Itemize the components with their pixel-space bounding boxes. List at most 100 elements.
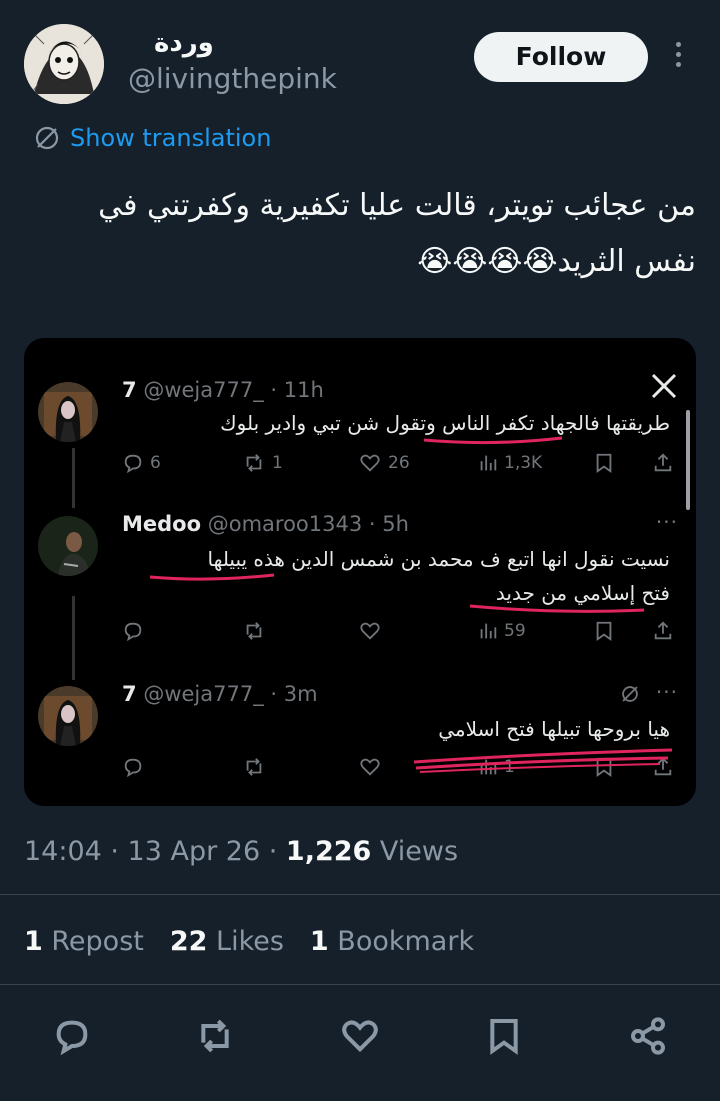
reply-actions: 59 bbox=[122, 620, 678, 648]
views-button[interactable]: 1,3K bbox=[478, 452, 542, 474]
highlight-underline bbox=[413, 748, 673, 773]
reply-count: 6 bbox=[150, 453, 161, 473]
reply-name: 7 bbox=[122, 378, 137, 402]
likes-stat[interactable]: 22 Likes bbox=[170, 926, 284, 957]
reply-avatar bbox=[38, 686, 98, 746]
reply-icon bbox=[124, 454, 142, 474]
reply-time: · 5h bbox=[368, 512, 409, 536]
like-button[interactable]: 26 bbox=[358, 452, 410, 474]
quoted-reply: 7 @weja777_ · 11h طريقتها فالجهاد تكفر ا… bbox=[24, 374, 696, 484]
repost-button[interactable] bbox=[242, 756, 266, 778]
reply-text: هيا بروحها تبيلها فتح اسلامي bbox=[438, 717, 670, 741]
bookmark-icon bbox=[490, 1019, 518, 1055]
like-button[interactable] bbox=[340, 1016, 380, 1060]
bookmark-icon bbox=[596, 453, 612, 474]
reply-avatar bbox=[38, 516, 98, 576]
highlight-underline bbox=[469, 604, 645, 613]
reply-handle: @weja777_ bbox=[143, 682, 264, 706]
repost-icon bbox=[246, 454, 262, 472]
reply-icon bbox=[124, 758, 142, 778]
reposts-count: 1 bbox=[24, 926, 43, 957]
share-button[interactable] bbox=[652, 620, 674, 642]
show-translation-label: Show translation bbox=[70, 124, 272, 152]
timestamp-text: 14:04 · 13 Apr 26 · bbox=[24, 836, 286, 867]
like-icon bbox=[360, 622, 380, 640]
bookmark-button[interactable] bbox=[486, 1016, 522, 1060]
highlight-underline bbox=[423, 436, 563, 445]
reply-more-icon[interactable]: ··· bbox=[656, 510, 678, 534]
tweet-header: وردة @livingthepink Follow bbox=[24, 24, 704, 104]
author-handle[interactable]: @livingthepink bbox=[128, 62, 337, 95]
views-count: 1,3K bbox=[504, 453, 543, 473]
views-button[interactable]: 59 bbox=[478, 620, 526, 642]
author-avatar[interactable] bbox=[24, 24, 104, 104]
views-count: 59 bbox=[504, 621, 526, 641]
reply-button[interactable] bbox=[122, 756, 144, 778]
highlight-underline bbox=[149, 573, 275, 581]
like-icon bbox=[360, 454, 380, 472]
views-label: Views bbox=[371, 836, 459, 867]
like-button[interactable] bbox=[358, 620, 382, 642]
divider bbox=[0, 894, 720, 895]
reply-avatar bbox=[38, 382, 98, 442]
like-button[interactable] bbox=[358, 756, 382, 778]
repost-button[interactable] bbox=[242, 620, 266, 642]
views-icon bbox=[480, 455, 497, 471]
follow-button[interactable]: Follow bbox=[474, 32, 648, 82]
reply-time: · 11h bbox=[270, 378, 324, 402]
repost-icon bbox=[246, 622, 262, 640]
likes-count: 22 bbox=[169, 926, 208, 957]
share-icon bbox=[654, 621, 672, 640]
reply-icon bbox=[56, 1020, 88, 1056]
reply-button[interactable] bbox=[52, 1016, 92, 1060]
tweet-text: من عجائب تويتر، قالت عليا تكفيرية وكفرتن… bbox=[36, 178, 696, 290]
reposts-label: Repost bbox=[42, 926, 144, 957]
reply-icon bbox=[124, 622, 142, 642]
repost-icon bbox=[201, 1019, 229, 1053]
quoted-reply: 7 @weja777_ · 3m ··· هيا بروحها تبيلها ف… bbox=[24, 680, 696, 790]
reposts-stat[interactable]: 1 Repost bbox=[24, 926, 144, 957]
like-icon bbox=[342, 1020, 378, 1053]
reply-name: Medoo bbox=[122, 512, 202, 536]
reply-meta: Medoo @omaroo1343 · 5h bbox=[122, 512, 409, 536]
divider bbox=[0, 984, 720, 985]
reply-more-icon[interactable]: ··· bbox=[656, 680, 678, 704]
show-translation-link[interactable]: Show translation bbox=[34, 120, 271, 156]
like-count: 26 bbox=[388, 453, 410, 473]
reply-time: · 3m bbox=[270, 682, 318, 706]
bookmark-button[interactable] bbox=[594, 620, 614, 642]
reply-handle: @omaroo1343 bbox=[207, 512, 363, 536]
views-icon bbox=[480, 623, 497, 639]
engagement-stats: 1 Repost 22 Likes 1 Bookmark bbox=[24, 926, 474, 957]
reply-actions: 6 1 26 1,3K bbox=[122, 452, 678, 480]
repost-button[interactable] bbox=[194, 1016, 236, 1060]
bookmarks-label: Bookmark bbox=[328, 926, 475, 957]
share-button[interactable] bbox=[652, 452, 674, 474]
tweet-text-line: من عجائب تويتر، قالت عليا تكفيرية وكفرتن… bbox=[98, 188, 696, 223]
more-options-icon[interactable] bbox=[666, 38, 690, 74]
share-icon bbox=[654, 453, 672, 472]
reply-button[interactable]: 6 bbox=[122, 452, 161, 474]
reply-meta: 7 @weja777_ · 11h bbox=[122, 378, 324, 402]
reply-meta: 7 @weja777_ · 3m bbox=[122, 682, 318, 706]
reply-handle: @weja777_ bbox=[143, 378, 264, 402]
tweet-timestamp[interactable]: 14:04 · 13 Apr 26 · 1,226 Views bbox=[24, 836, 458, 867]
repost-button[interactable]: 1 bbox=[242, 452, 283, 474]
tweet-action-bar bbox=[0, 1010, 720, 1066]
bookmarks-count: 1 bbox=[309, 926, 329, 957]
bookmarks-stat[interactable]: 1 Bookmark bbox=[310, 926, 474, 957]
bookmark-icon bbox=[596, 621, 612, 642]
attached-image[interactable]: 7 @weja777_ · 11h طريقتها فالجهاد تكفر ا… bbox=[24, 338, 696, 806]
translate-icon bbox=[35, 126, 59, 150]
author-name[interactable]: وردة bbox=[154, 28, 214, 58]
bookmark-button[interactable] bbox=[594, 452, 614, 474]
repost-icon bbox=[246, 758, 262, 776]
like-icon bbox=[360, 758, 380, 776]
share-button[interactable] bbox=[628, 1016, 668, 1060]
views-total: 1,226 bbox=[285, 836, 372, 867]
reply-name: 7 bbox=[122, 682, 137, 706]
share-icon bbox=[631, 1017, 665, 1055]
reply-button[interactable] bbox=[122, 620, 144, 642]
tweet-text-line: نفس الثريد😭😭😭😭 bbox=[417, 244, 696, 279]
translate-icon[interactable] bbox=[620, 684, 640, 704]
